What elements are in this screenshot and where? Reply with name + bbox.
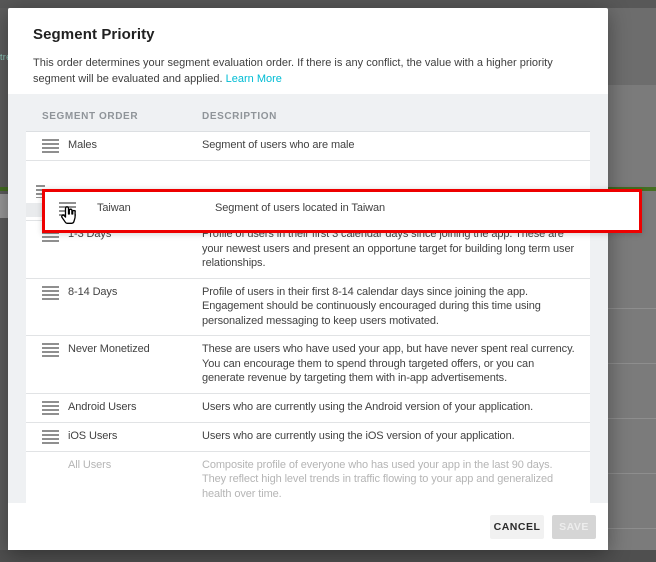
segment-description: Users who are currently using the Androi… [202, 400, 576, 415]
dialog-description: This order determines your segment evalu… [33, 55, 583, 87]
drag-handle-icon[interactable] [42, 401, 59, 415]
segment-description: Users who are currently using the iOS ve… [202, 429, 576, 444]
table-row: Never Monetized These are users who have… [26, 336, 590, 394]
drag-handle-cell [42, 400, 68, 415]
background-row-fragment-left [0, 194, 8, 218]
segment-priority-dialog: Segment Priority This order determines y… [8, 8, 608, 550]
table-row: Android Users Users who are currently us… [26, 394, 590, 423]
modal-overlay-top [0, 0, 656, 8]
drag-handle-cell [42, 138, 68, 153]
segment-name: Males [68, 138, 202, 153]
drag-handle-cell [42, 429, 68, 444]
segment-name: 1-3 Days [68, 227, 202, 271]
save-button[interactable]: SAVE [552, 515, 596, 539]
table-row: iOS Users Users who are currently using … [26, 423, 590, 452]
drag-handle-icon[interactable] [42, 430, 59, 444]
column-header-description: DESCRIPTION [202, 111, 576, 122]
segment-name: Never Monetized [68, 342, 202, 386]
modal-overlay-left: tre [0, 8, 8, 562]
background-accent-line-left [0, 187, 8, 191]
drag-handle-cell [42, 227, 68, 271]
screen: tre Segment Priority This order determin… [0, 0, 656, 562]
segment-description: Composite profile of everyone who has us… [202, 458, 576, 502]
segment-description: Profile of users in their first 3 calend… [202, 227, 576, 271]
background-text-fragment: tre [0, 52, 8, 62]
background-header-fragment-right [608, 8, 656, 85]
segment-description: Segment of users who are male [202, 138, 576, 153]
drag-handle-cell [42, 458, 68, 502]
segment-description: These are users who have used your app, … [202, 342, 576, 386]
drag-handle-cell [42, 342, 68, 386]
modal-overlay-right [608, 8, 656, 562]
segment-description: Segment of users located in Taiwan [215, 201, 639, 216]
segment-name: All Users [68, 458, 202, 502]
segment-table-header: SEGMENT ORDER DESCRIPTION [26, 94, 590, 132]
dialog-description-text: This order determines your segment evalu… [33, 57, 553, 85]
drag-handle-icon[interactable] [42, 139, 59, 153]
table-row: All Users Composite profile of everyone … [26, 452, 590, 504]
segment-name: Android Users [68, 400, 202, 415]
segment-table: SEGMENT ORDER DESCRIPTION Males Segment … [8, 94, 608, 503]
drag-handle-icon[interactable] [42, 286, 59, 300]
modal-overlay-bottom [0, 550, 656, 562]
segment-name: 8-14 Days [68, 285, 202, 329]
grab-cursor-icon [57, 204, 81, 228]
table-row: 8-14 Days Profile of users in their firs… [26, 279, 590, 337]
drag-handle-cell [42, 285, 68, 329]
segment-table-body: Males Segment of users who are male 1-3 … [26, 132, 590, 503]
table-row: Males Segment of users who are male [26, 132, 590, 161]
segment-name: Taiwan [97, 201, 215, 216]
dialog-footer: CANCEL SAVE [8, 503, 608, 550]
dragged-row-taiwan[interactable]: Taiwan Segment of users located in Taiwa… [42, 189, 642, 233]
dialog-header: Segment Priority This order determines y… [8, 8, 608, 94]
learn-more-link[interactable]: Learn More [226, 73, 282, 85]
drag-handle-icon[interactable] [42, 343, 59, 357]
segment-description: Profile of users in their first 8-14 cal… [202, 285, 576, 329]
dialog-title: Segment Priority [33, 26, 583, 43]
cancel-button[interactable]: CANCEL [490, 515, 544, 539]
background-table-rows-fragment [608, 254, 656, 554]
column-header-segment-order: SEGMENT ORDER [42, 111, 202, 122]
segment-name: iOS Users [68, 429, 202, 444]
